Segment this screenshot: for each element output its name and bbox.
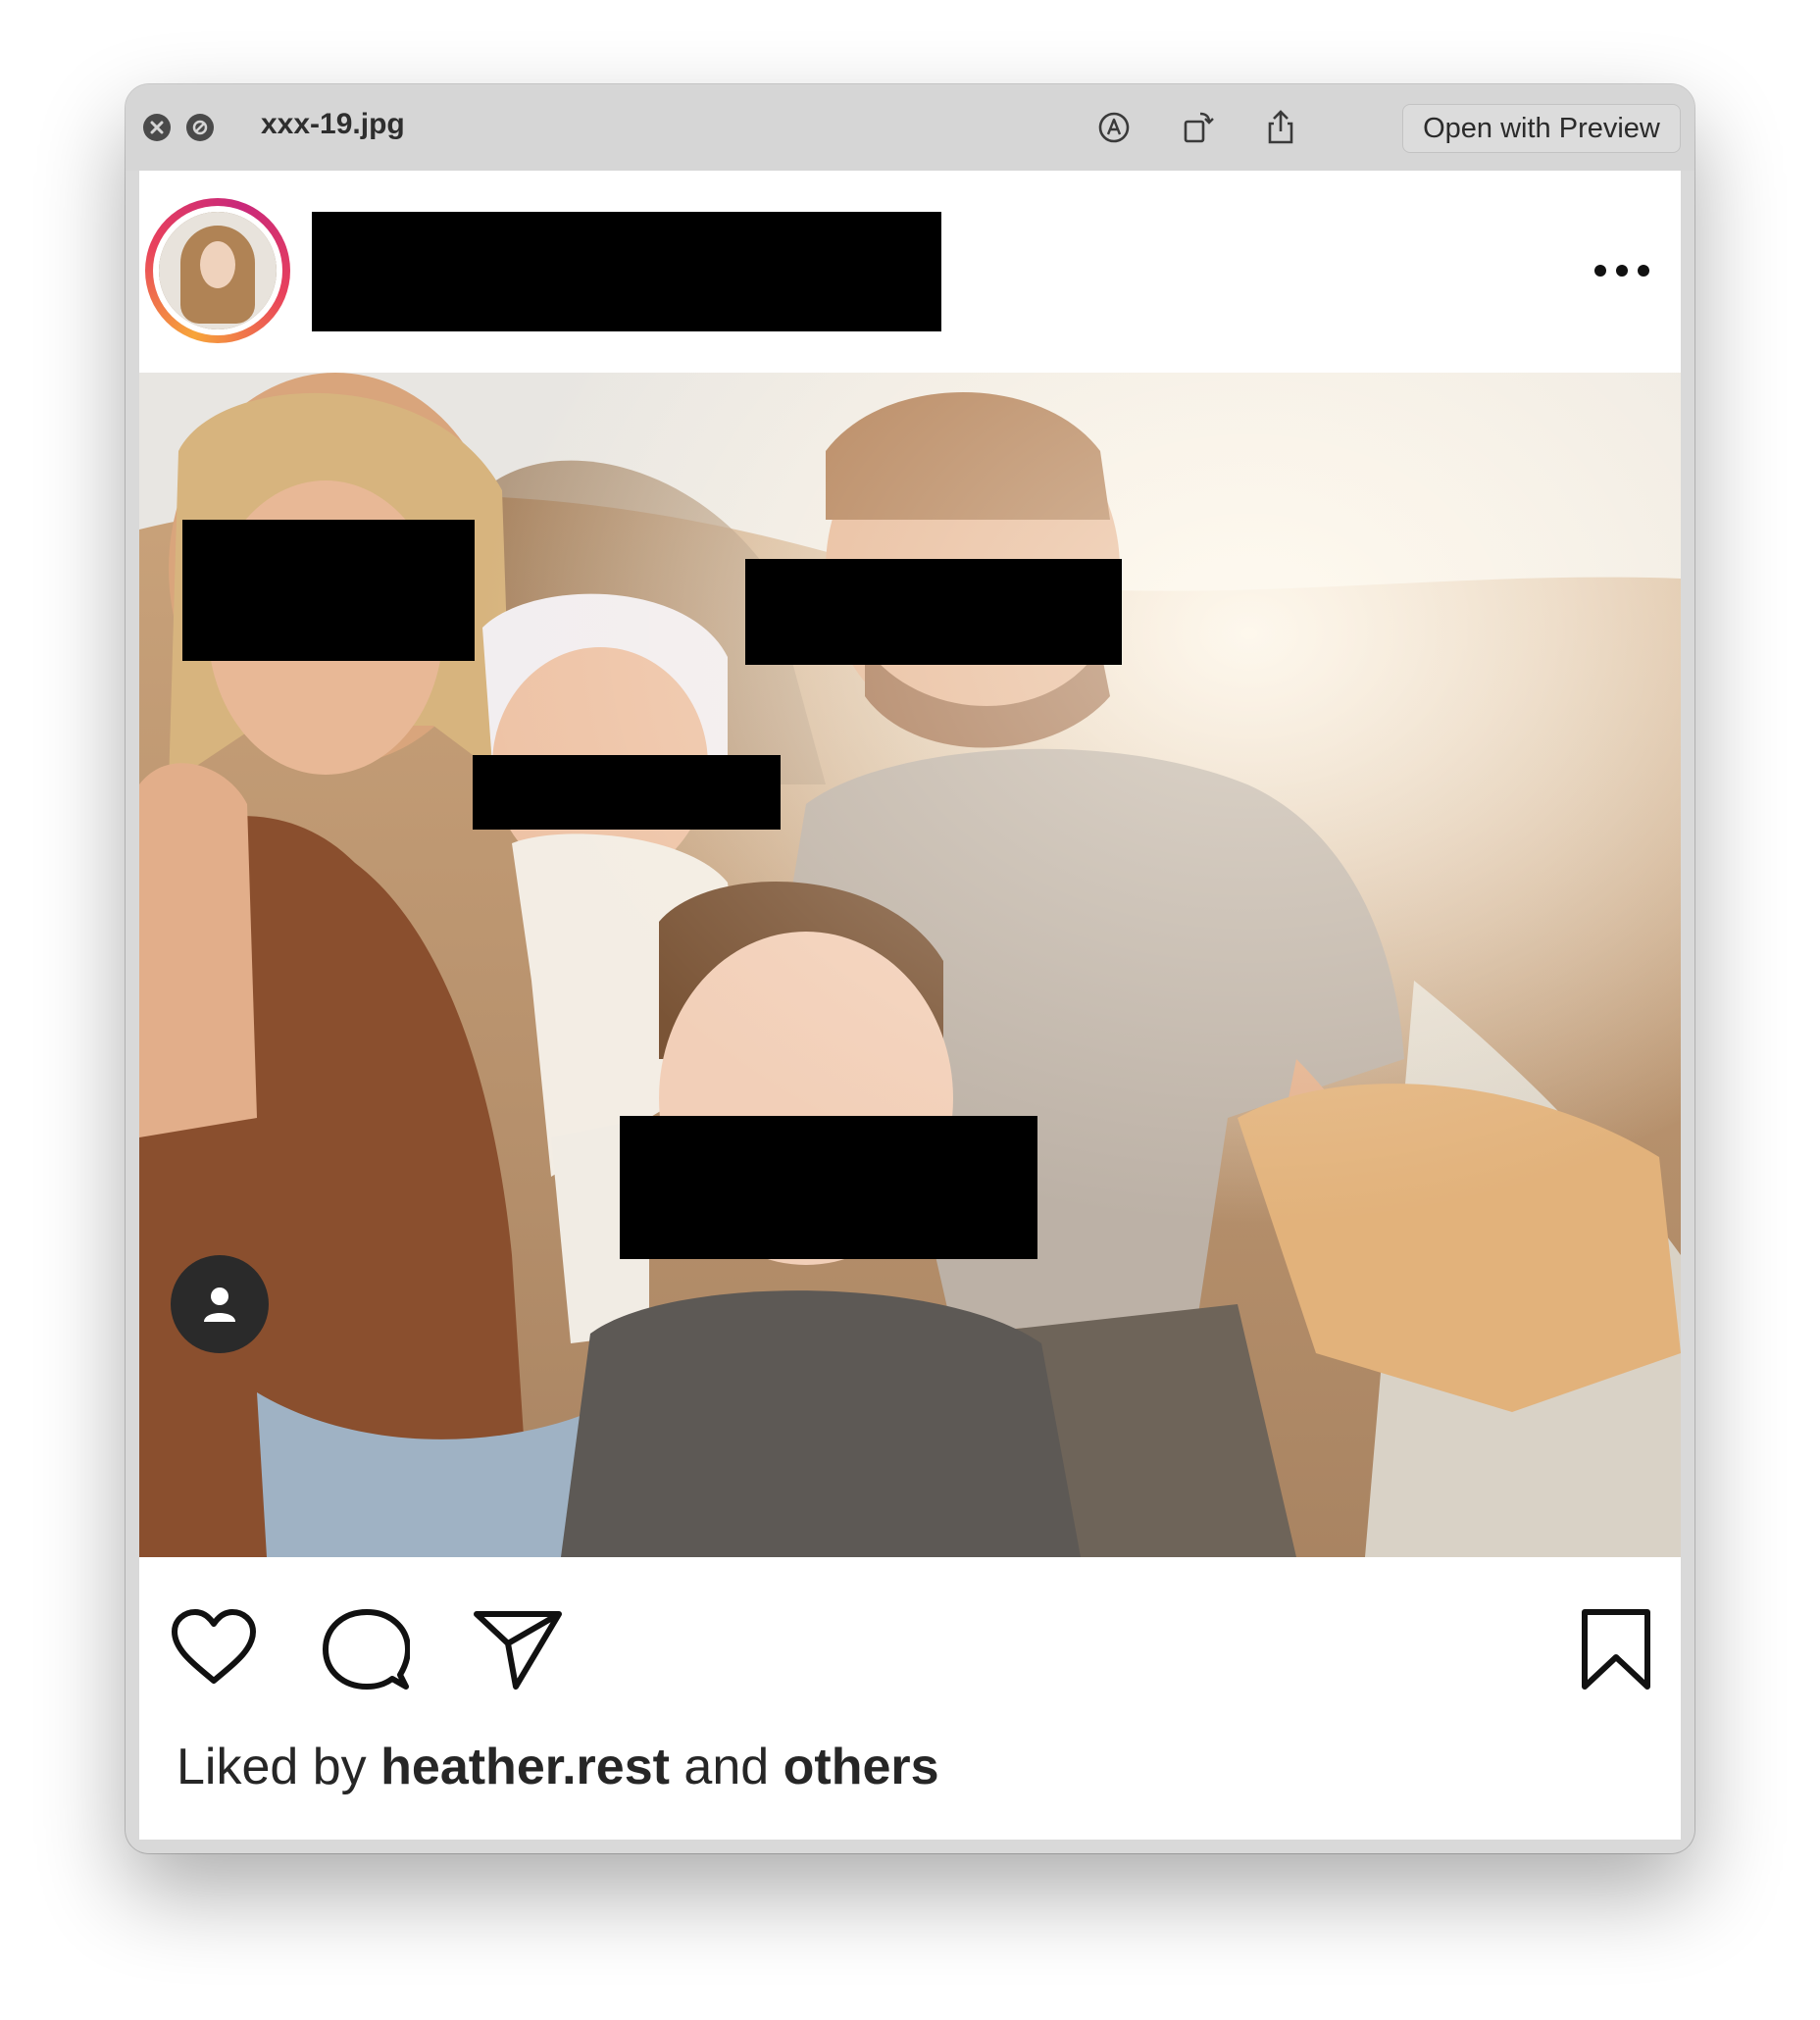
quicklook-window: xxx-19.jpg Open with Preview Liked by he… (126, 84, 1694, 1853)
block-icon[interactable] (186, 114, 214, 141)
post-header (139, 171, 1681, 375)
bookmark-icon[interactable] (1579, 1608, 1653, 1697)
send-icon[interactable] (473, 1608, 563, 1695)
close-icon[interactable] (143, 114, 171, 141)
markup-icon[interactable] (1094, 108, 1134, 147)
likes-others-link[interactable]: others (784, 1739, 939, 1795)
rotate-icon[interactable] (1177, 108, 1216, 147)
redaction-man (745, 559, 1122, 665)
open-with-preview-button[interactable]: Open with Preview (1402, 104, 1681, 153)
redacted-username (312, 212, 941, 331)
avatar[interactable] (145, 198, 290, 343)
likes-middle: and (669, 1739, 784, 1795)
title-bar: xxx-19.jpg Open with Preview (126, 84, 1694, 171)
liker-username[interactable]: heather.rest (380, 1739, 670, 1795)
likes-summary: Liked by heather.rest and others (177, 1738, 939, 1796)
redaction-boy (620, 1116, 1037, 1259)
instagram-post: Liked by heather.rest and others (139, 171, 1681, 1840)
person-tag-icon[interactable] (171, 1255, 269, 1353)
redaction-baby (473, 755, 781, 830)
redaction-woman (182, 520, 475, 661)
share-icon[interactable] (1261, 108, 1300, 147)
heart-icon[interactable] (169, 1608, 259, 1692)
post-actions (139, 1557, 1681, 1714)
window-title: xxx-19.jpg (261, 108, 405, 140)
more-options-icon[interactable] (1594, 259, 1653, 282)
post-photo[interactable] (139, 373, 1681, 1557)
likes-prefix: Liked by (177, 1739, 381, 1795)
comment-icon[interactable] (322, 1608, 411, 1697)
